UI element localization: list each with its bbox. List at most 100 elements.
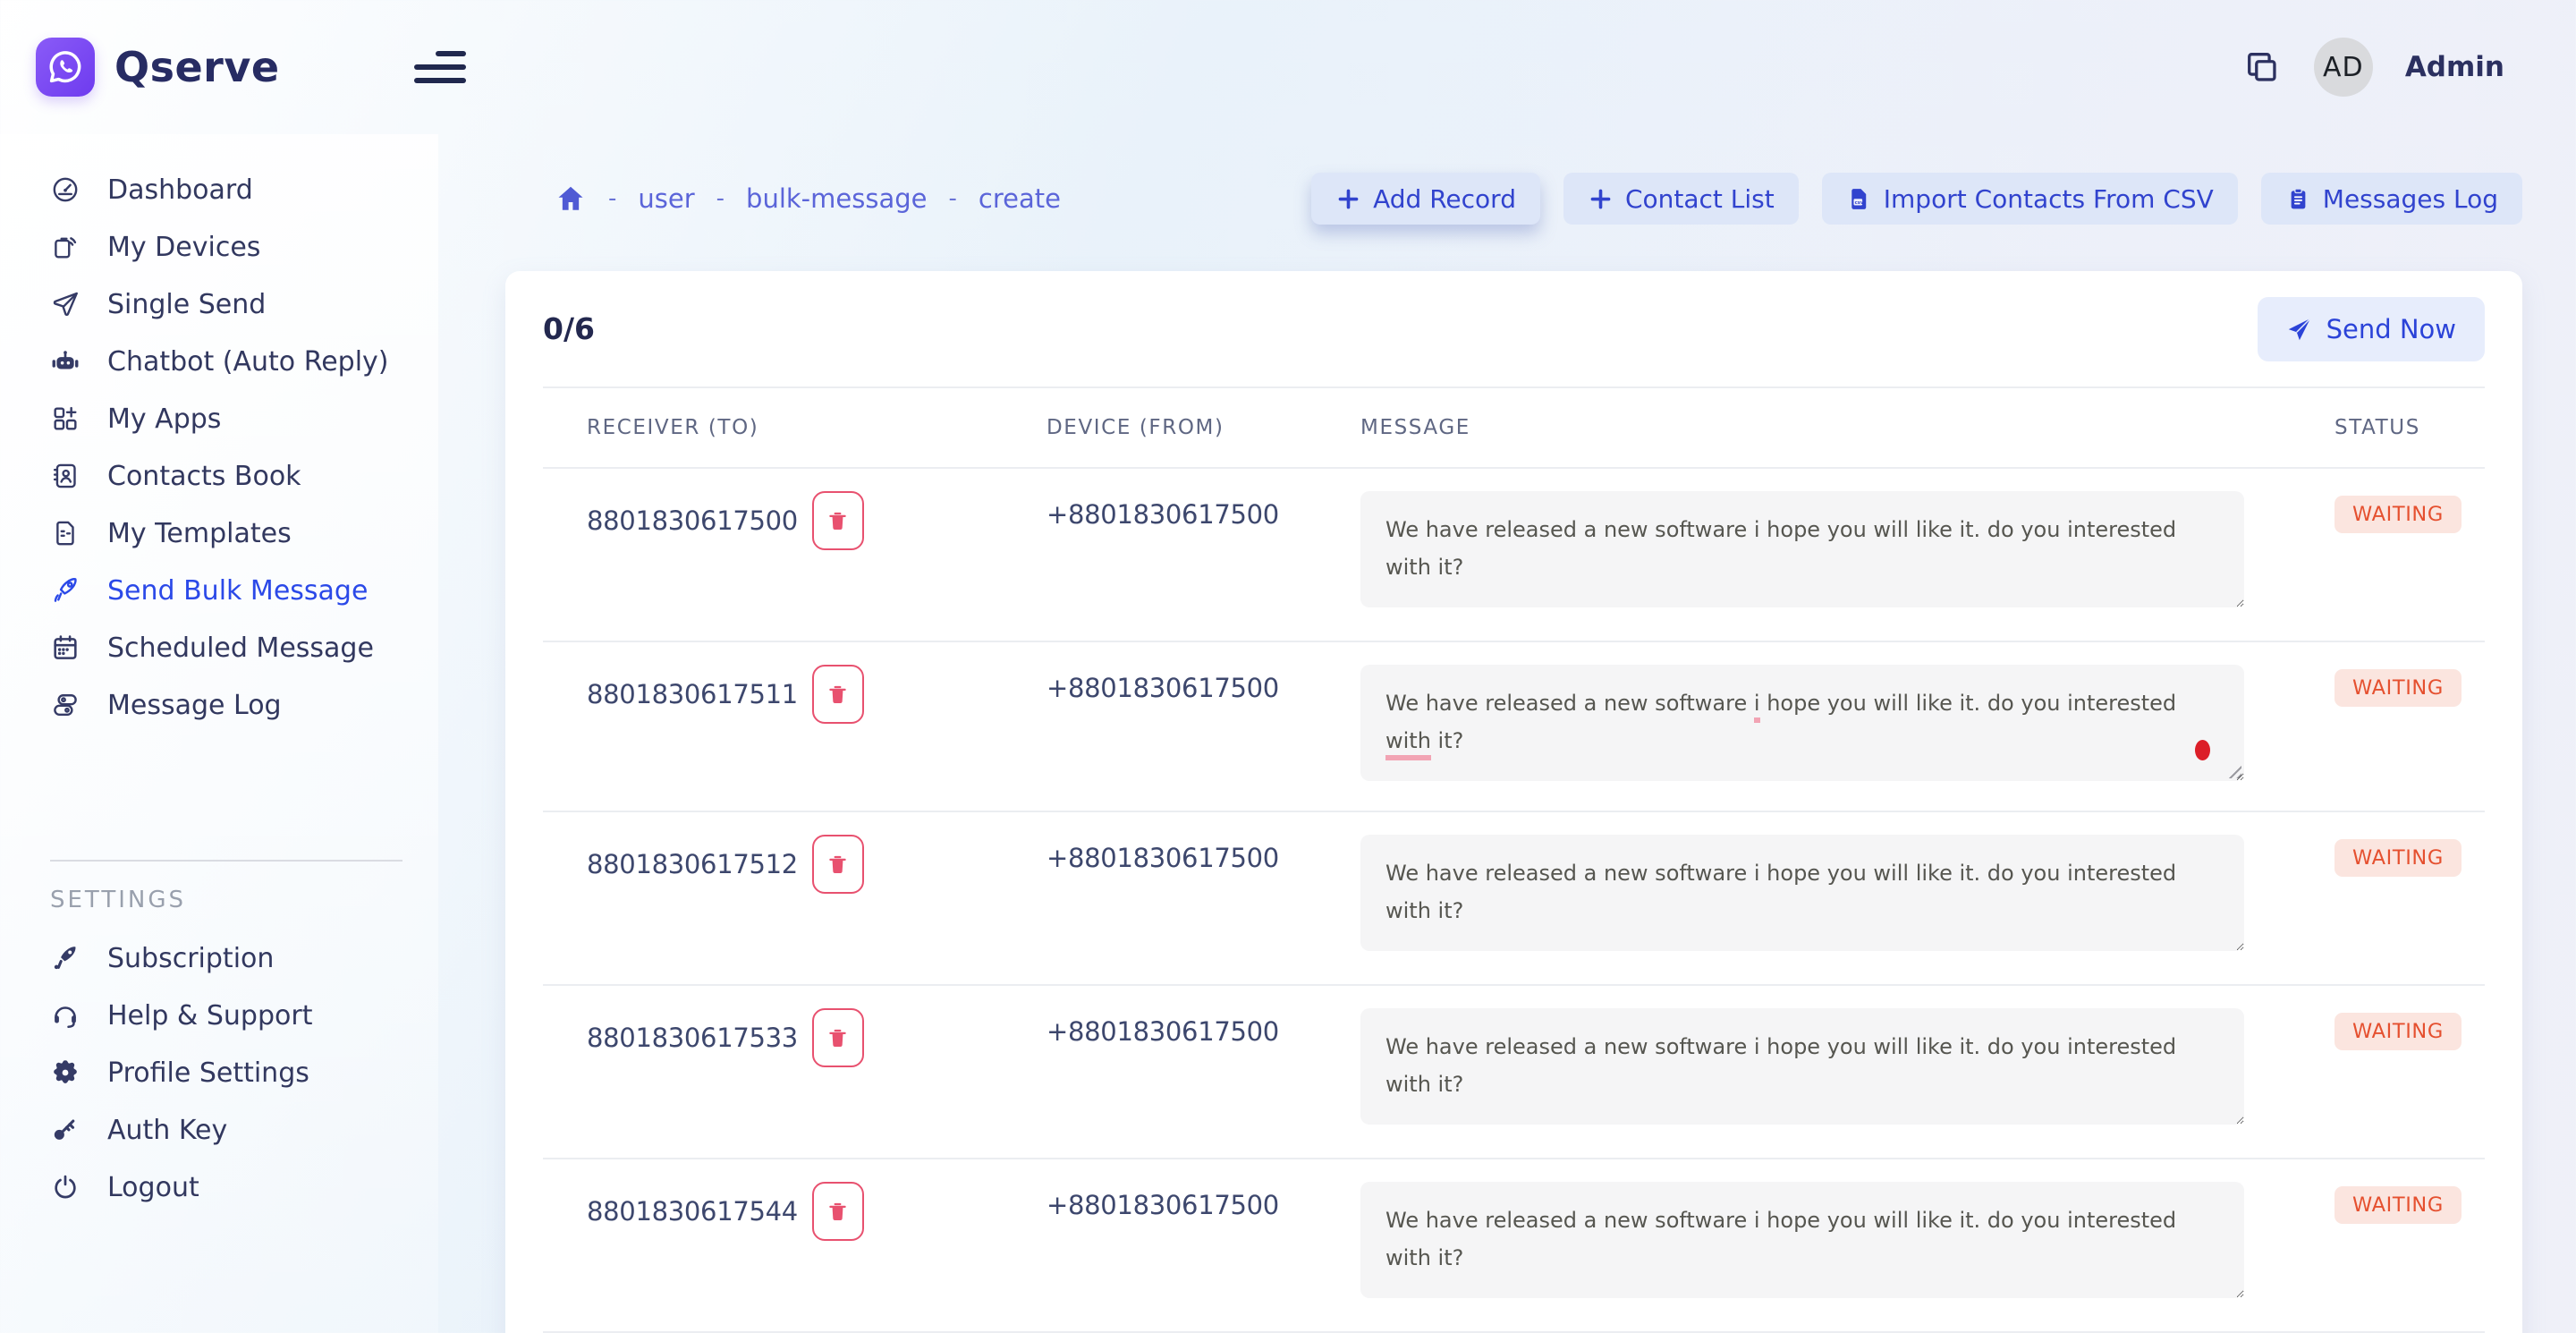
send-now-button[interactable]: Send Now	[2258, 297, 2485, 361]
device-number: +8801830617500	[1046, 673, 1279, 703]
sidebar-item-subscription[interactable]: Subscription	[50, 930, 438, 987]
breadcrumb-separator: -	[608, 185, 616, 212]
sidebar-item-my-templates[interactable]: My Templates	[50, 505, 438, 562]
breadcrumb-link-create[interactable]: create	[979, 183, 1061, 214]
status-cell: WAITING	[2276, 1008, 2485, 1050]
breadcrumb: -user-bulk-message-create	[555, 183, 1061, 215]
rocket-icon	[50, 575, 80, 606]
apps-icon	[50, 403, 80, 434]
device-number: +8801830617500	[1046, 843, 1279, 873]
status-cell: WAITING	[2276, 1182, 2485, 1224]
column-header-device-from: DEVICE (FROM)	[1046, 416, 1360, 439]
app-logo	[36, 38, 95, 97]
sidebar-item-label: Contacts Book	[107, 461, 301, 492]
bulk-message-card: 0/6 Send Now RECEIVER (TO)DEVICE (FROM)M…	[505, 271, 2522, 1333]
calendar-icon	[50, 633, 80, 663]
sidebar-item-auth-key[interactable]: Auth Key	[50, 1101, 438, 1159]
sidebar-item-my-apps[interactable]: My Apps	[50, 390, 438, 447]
table-row: 8801830617511 +8801830617500 We have rel…	[543, 642, 2485, 812]
user-name: Admin	[2405, 51, 2504, 83]
status-cell: WAITING	[2276, 491, 2485, 533]
chatbot-icon	[50, 346, 80, 377]
sidebar-item-label: Subscription	[107, 943, 274, 974]
sidebar-item-label: Message Log	[107, 690, 282, 721]
device-cell: +8801830617500	[1046, 835, 1360, 873]
status-badge: WAITING	[2334, 1186, 2462, 1224]
breadcrumb-link-user[interactable]: user	[638, 183, 694, 214]
message-textarea[interactable]	[1360, 1008, 2244, 1125]
copy-icon[interactable]	[2242, 47, 2282, 87]
device-cell: +8801830617500	[1046, 491, 1360, 530]
import-contacts-from-csv-button[interactable]: csvImport Contacts From CSV	[1822, 173, 2238, 225]
devices-icon	[50, 232, 80, 262]
table-row: 8801830617512 +8801830617500 WAITING	[543, 812, 2485, 986]
message-cell: We have released a new software i hope y…	[1360, 665, 2276, 781]
sidebar-item-profile-settings[interactable]: Profile Settings	[50, 1044, 438, 1101]
add-record-button[interactable]: Add Record	[1311, 173, 1540, 225]
sidebar-item-scheduled-message[interactable]: Scheduled Message	[50, 619, 438, 676]
sidebar-item-label: Auth Key	[107, 1115, 227, 1146]
sidebar-item-help-support[interactable]: Help & Support	[50, 987, 438, 1044]
message-textarea[interactable]: We have released a new software i hope y…	[1360, 665, 2244, 781]
message-log-icon	[50, 690, 80, 720]
delete-row-button[interactable]	[812, 665, 864, 724]
trash-icon	[826, 683, 850, 707]
main-content: -user-bulk-message-create Add RecordCont…	[438, 134, 2576, 1333]
status-cell: WAITING	[2276, 665, 2485, 707]
sidebar-item-label: Chatbot (Auto Reply)	[107, 346, 389, 378]
breadcrumb-separator: -	[716, 185, 724, 212]
sidebar: DashboardMy DevicesSingle Send Chatbot (A…	[0, 134, 438, 1333]
table-row: 8801830617500 +8801830617500 WAITING	[543, 469, 2485, 642]
sidebar-item-message-log[interactable]: Message Log	[50, 676, 438, 734]
templates-icon	[50, 518, 80, 548]
avatar[interactable]: AD	[2314, 38, 2373, 97]
delete-row-button[interactable]	[812, 835, 864, 894]
messages-log-button[interactable]: Messages Log	[2261, 173, 2522, 225]
delete-row-button[interactable]	[812, 1182, 864, 1241]
sidebar-item-contacts-book[interactable]: Contacts Book	[50, 447, 438, 505]
csv-icon: csv	[1846, 186, 1872, 212]
sidebar-item-chatbot-auto-reply[interactable]: Chatbot (Auto Reply)	[50, 333, 438, 390]
spellcheck-underline: with	[1385, 728, 1431, 760]
sidebar-item-my-devices[interactable]: My Devices	[50, 218, 438, 276]
sidebar-item-label: Scheduled Message	[107, 633, 374, 664]
sidebar-item-logout[interactable]: Logout	[50, 1159, 438, 1216]
receiver-number: 8801830617511	[587, 679, 798, 709]
button-label: Add Record	[1373, 184, 1516, 214]
power-icon	[50, 1172, 80, 1202]
receiver-cell: 8801830617512	[543, 835, 1046, 894]
breadcrumb-link-bulk-message[interactable]: bulk-message	[746, 183, 927, 214]
sidebar-item-dashboard[interactable]: Dashboard	[50, 161, 438, 218]
sidebar-item-label: Profile Settings	[107, 1057, 309, 1089]
contacts-icon	[50, 461, 80, 491]
home-icon[interactable]	[555, 183, 587, 215]
progress-counter: 0/6	[543, 311, 595, 346]
message-textarea[interactable]	[1360, 1182, 2244, 1298]
message-textarea[interactable]	[1360, 835, 2244, 951]
clipboard-icon	[2285, 186, 2311, 212]
action-bar: Add Record Contact List csvImport Contacts…	[1311, 173, 2522, 225]
send-now-label: Send Now	[2326, 314, 2456, 344]
contact-list-button[interactable]: Contact List	[1563, 173, 1799, 225]
brand-name: Qserve	[114, 43, 280, 91]
table-body: 8801830617500 +8801830617500 WAITING 880…	[543, 469, 2485, 1333]
topbar-right: AD Admin	[2242, 38, 2504, 97]
receiver-cell: 8801830617533	[543, 1008, 1046, 1067]
trash-icon	[826, 1200, 850, 1224]
resize-grip-icon[interactable]	[2227, 764, 2241, 778]
send-icon	[50, 289, 80, 319]
delete-row-button[interactable]	[812, 1008, 864, 1067]
delete-row-button[interactable]	[812, 491, 864, 550]
sidebar-item-label: Send Bulk Message	[107, 575, 368, 607]
message-textarea[interactable]	[1360, 491, 2244, 607]
status-cell: WAITING	[2276, 835, 2485, 877]
headset-icon	[50, 1000, 80, 1031]
sidebar-toggle-button[interactable]	[414, 38, 482, 96]
sidebar-item-single-send[interactable]: Single Send	[50, 276, 438, 333]
sidebar-nav-settings: Subscription Help & Support Profile Settin…	[50, 930, 438, 1216]
receiver-number: 8801830617500	[587, 505, 798, 536]
status-badge: WAITING	[2334, 669, 2462, 707]
sidebar-item-send-bulk-message[interactable]: Send Bulk Message	[50, 562, 438, 619]
device-cell: +8801830617500	[1046, 1182, 1360, 1220]
column-header-message: MESSAGE	[1360, 416, 2276, 439]
